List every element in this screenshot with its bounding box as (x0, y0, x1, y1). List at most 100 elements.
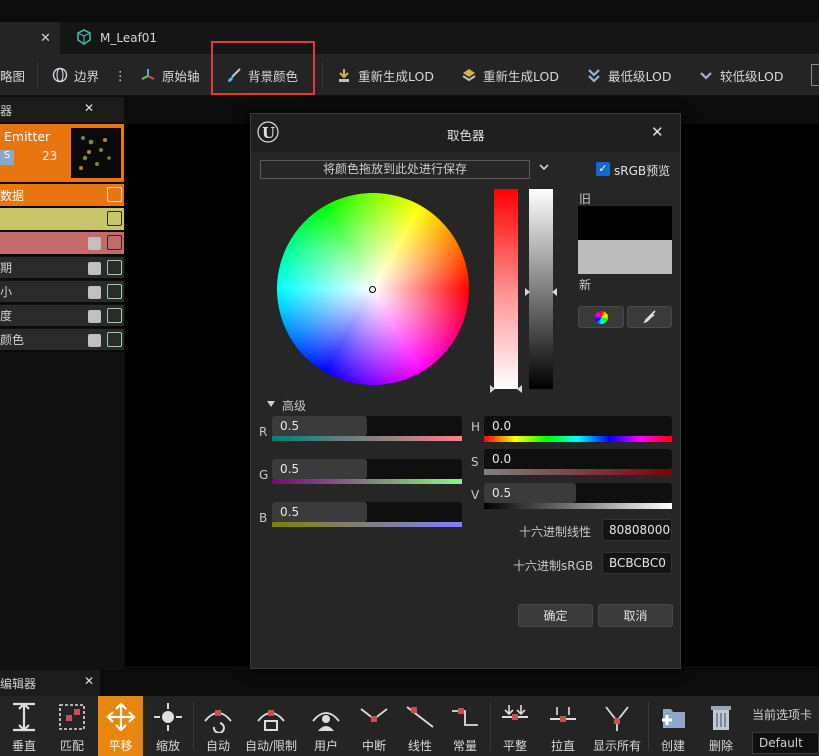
origin-axis-button[interactable]: 原始轴 (140, 54, 200, 96)
break-button[interactable]: 中断 (350, 696, 398, 756)
hex-linear-input[interactable]: 80808000 (602, 519, 672, 541)
flatten-button[interactable]: 平整 (491, 696, 539, 756)
lod-mesh-icon (461, 67, 477, 83)
red-gradient-bar (272, 436, 462, 441)
bounds-button[interactable]: 边界 (52, 54, 99, 96)
hex-srgb-input[interactable]: BCBCBC0 (602, 552, 672, 574)
hue-gradient-bar (484, 436, 672, 442)
curve-icon[interactable] (107, 308, 122, 323)
curve-icon[interactable] (107, 332, 122, 347)
hue-input[interactable]: 0.0 (484, 416, 672, 436)
panel-close-icon[interactable]: ✕ (84, 101, 94, 115)
button-label: 自动 (205, 739, 230, 753)
green-gradient-bar (272, 479, 462, 484)
module-label: 小 (0, 285, 13, 299)
linear-button[interactable]: 线性 (396, 696, 444, 756)
curve-editor-close-icon[interactable]: ✕ (84, 674, 94, 688)
value-slider-handle[interactable] (525, 285, 557, 296)
module-row[interactable]: 颜色 (0, 328, 124, 350)
button-label: 线性 (407, 739, 432, 753)
auto-button[interactable]: 自动 (194, 696, 242, 756)
value-input[interactable]: 0.5 (484, 483, 672, 503)
blue-gradient-bar (272, 522, 462, 527)
module-row[interactable]: 小 (0, 280, 124, 302)
thumbnail-button[interactable]: 略图 (0, 54, 25, 96)
tab-previous[interactable]: ✕ (0, 22, 60, 54)
dialog-close-icon[interactable]: ✕ (651, 123, 664, 141)
pan-button[interactable]: 平移 (98, 696, 143, 756)
fit-button[interactable]: 匹配 (48, 696, 96, 756)
delete-button[interactable]: 删除 (697, 696, 745, 756)
advanced-expand-icon[interactable] (266, 398, 276, 412)
button-label: 用户 (313, 739, 338, 753)
pan-icon (105, 702, 136, 732)
dialog-title-bar: U 取色器 ✕ (251, 114, 680, 152)
overflow-indicator[interactable] (811, 64, 819, 86)
module-row[interactable] (0, 232, 124, 254)
vertical-button[interactable]: 垂直 (0, 696, 48, 756)
curve-icon[interactable] (107, 284, 122, 299)
saturation-slider[interactable] (494, 189, 518, 389)
module-row[interactable]: 数据 (0, 184, 124, 206)
tab-close-icon[interactable]: ✕ (40, 31, 51, 46)
enable-checkbox[interactable] (88, 310, 101, 323)
module-row[interactable] (0, 208, 124, 230)
module-row[interactable]: 期 (0, 256, 124, 278)
advanced-label[interactable]: 高级 (282, 397, 306, 414)
curve-icon[interactable] (107, 187, 122, 202)
trash-icon (711, 706, 731, 730)
current-tab-select[interactable]: Default (752, 732, 819, 754)
create-folder-icon (662, 709, 685, 728)
lower-lod-button[interactable]: 较低级LOD (698, 54, 783, 96)
srgb-preview-checkbox[interactable]: ✓ (596, 162, 610, 176)
user-button[interactable]: 用户 (302, 696, 350, 756)
saved-colors-drop-zone[interactable]: 将颜色拖放到此处进行保存 (260, 160, 530, 179)
enable-checkbox[interactable] (88, 334, 101, 347)
saturation-label: S (471, 455, 479, 469)
constant-button[interactable]: 常量 (441, 696, 489, 756)
chevron-down-icon (698, 67, 714, 83)
svg-text:U: U (262, 124, 275, 142)
more-options-icon[interactable]: ⋮ (114, 54, 127, 96)
toolbar-label: 重新生成LOD (483, 68, 559, 84)
eyedropper-button[interactable] (627, 306, 672, 328)
curve-icon[interactable] (107, 235, 122, 250)
enable-checkbox[interactable] (88, 286, 101, 299)
cancel-button[interactable]: 取消 (598, 604, 673, 627)
value-label: V (471, 488, 480, 502)
tab-m-leaf01[interactable]: M_Leaf01 (66, 22, 167, 54)
color-wheel-selector[interactable] (369, 286, 376, 293)
red-label: R (259, 425, 268, 439)
emitter-header[interactable]: Emitter S 23 (0, 124, 124, 182)
saturation-slider-handle[interactable] (490, 382, 522, 393)
green-input[interactable]: 0.5 (272, 459, 462, 479)
create-button[interactable]: 创建 (649, 696, 697, 756)
module-label: 颜色 (0, 333, 25, 347)
regenerate-lod-button-2[interactable]: 重新生成LOD (461, 54, 559, 96)
red-input[interactable]: 0.5 (272, 416, 462, 436)
zoom-button[interactable]: 缩放 (144, 696, 192, 756)
new-color-swatch (578, 240, 672, 274)
blue-value: 0.5 (280, 505, 300, 519)
enable-checkbox[interactable] (88, 237, 101, 250)
chevron-down-icon[interactable] (538, 161, 550, 176)
module-row[interactable]: 度 (0, 304, 124, 326)
regenerate-lod-button-1[interactable]: 重新生成LOD (336, 54, 434, 96)
blue-input[interactable]: 0.5 (272, 502, 462, 522)
button-label: 匹配 (59, 739, 84, 753)
enable-checkbox[interactable] (88, 262, 101, 275)
lowest-lod-button[interactable]: 最低级LOD (586, 54, 671, 96)
toolbar-label: 略图 (0, 68, 26, 84)
zoom-icon (154, 703, 182, 731)
show-all-button[interactable]: 显示所有 (588, 696, 646, 756)
fit-icon (59, 704, 85, 730)
fit-vertical-icon (13, 702, 35, 732)
color-wheel-toggle-button[interactable] (578, 306, 624, 328)
auto-clamped-button[interactable]: 自动/限制 (243, 696, 299, 756)
saturation-input[interactable]: 0.0 (484, 449, 672, 469)
straighten-button[interactable]: 拉直 (539, 696, 587, 756)
button-label: 平整 (502, 739, 527, 753)
curve-icon[interactable] (107, 260, 122, 275)
curve-icon[interactable] (107, 211, 122, 226)
ok-button[interactable]: 确定 (518, 604, 593, 627)
